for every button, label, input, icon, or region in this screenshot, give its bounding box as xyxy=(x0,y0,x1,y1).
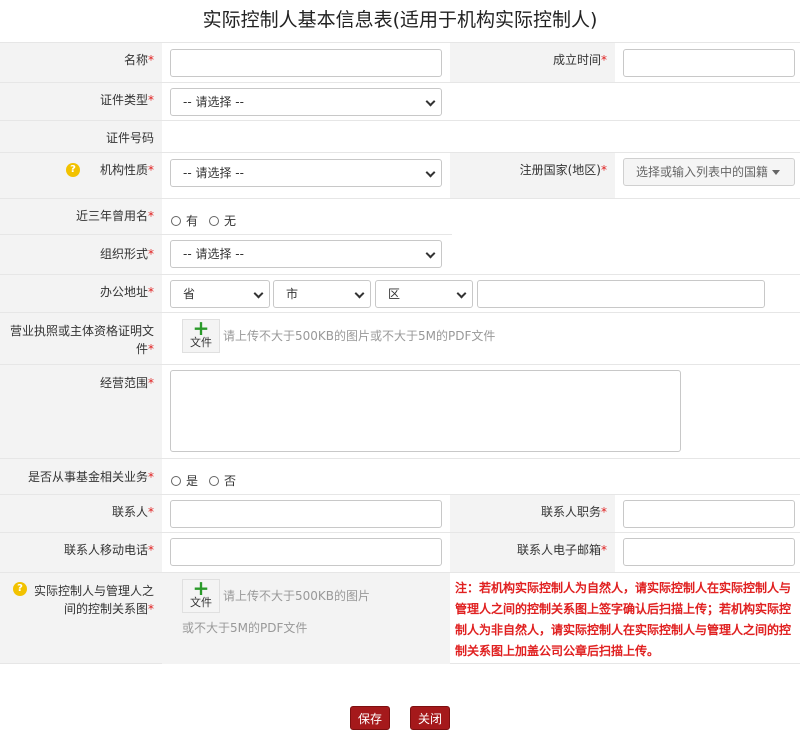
license-upload-button[interactable]: + 文件 xyxy=(182,316,220,353)
label-office-address: 办公地址* xyxy=(0,275,162,312)
org-nature-select[interactable]: -- 请选择 -- xyxy=(170,159,442,187)
label-org-nature: 机构性质* xyxy=(0,153,162,198)
district-select[interactable]: 区 xyxy=(375,280,473,308)
label-fund-biz: 是否从事基金相关业务* xyxy=(0,459,162,494)
chevron-down-icon xyxy=(425,167,436,178)
chevron-down-icon xyxy=(425,96,436,107)
relation-upload-button[interactable]: + 文件 xyxy=(182,576,220,613)
row-id-type: 证件类型* -- 请选择 -- xyxy=(0,82,800,120)
label-license: 营业执照或主体资格证明文 件* xyxy=(0,313,162,364)
row-fund-biz: 是否从事基金相关业务* 是 否 xyxy=(0,458,800,494)
label-contact-email: 联系人电子邮箱* xyxy=(450,533,615,572)
relation-note: 注：若机构实际控制人为自然人，请实际控制人在实际控制人与管理人之间的控制关系图上… xyxy=(455,581,792,658)
org-form-select[interactable]: -- 请选择 -- xyxy=(170,240,442,268)
label-biz-scope: 经营范围* xyxy=(0,365,162,458)
row-former-name: 近三年曾用名* 有 无 xyxy=(0,198,800,234)
chevron-down-icon xyxy=(425,248,436,259)
chevron-down-icon xyxy=(354,288,365,299)
label-reg-country: 注册国家(地区)* xyxy=(450,153,615,198)
license-upload-hint: 请上传不大于500KB的图片或不大于5M的PDF文件 xyxy=(223,329,496,343)
help-icon[interactable]: ? xyxy=(66,163,80,177)
label-org-form: 组织形式* xyxy=(0,234,162,274)
radio-circle xyxy=(171,216,181,226)
radio-circle xyxy=(209,476,219,486)
biz-scope-textarea[interactable] xyxy=(170,370,681,452)
page-title: 实际控制人基本信息表(适用于机构实际控制人) xyxy=(202,9,598,31)
established-date-input[interactable] xyxy=(623,49,795,77)
row-org-nature: 机构性质* ? -- 请选择 -- 注册国家(地区)* 选择或输入列表中的国籍 xyxy=(0,152,800,198)
help-icon[interactable]: ? xyxy=(13,582,27,596)
plus-icon: + xyxy=(192,316,210,340)
label-id-type: 证件类型* xyxy=(0,83,162,120)
contact-phone-input[interactable] xyxy=(170,538,442,566)
label-former-name: 近三年曾用名* xyxy=(0,199,162,234)
contact-title-input[interactable] xyxy=(623,500,795,528)
label-established: 成立时间* xyxy=(450,43,615,82)
row-biz-scope: 经营范围* xyxy=(0,364,800,458)
relation-upload-hint-2: 或不大于5M的PDF文件 xyxy=(182,621,308,635)
plus-icon: + xyxy=(192,576,210,600)
row-contact-phone: 联系人移动电话* 联系人电子邮箱* xyxy=(0,532,800,572)
row-office-address: 办公地址* 省 市 区 xyxy=(0,274,800,312)
radio-has[interactable]: 有 xyxy=(171,212,198,229)
radio-none[interactable]: 无 xyxy=(209,212,236,229)
label-contact: 联系人* xyxy=(0,495,162,532)
radio-no[interactable]: 否 xyxy=(209,472,236,489)
relation-upload-hint-1: 请上传不大于500KB的图片 xyxy=(223,589,371,603)
save-button[interactable]: 保存 xyxy=(350,706,390,730)
id-type-select[interactable]: -- 请选择 -- xyxy=(170,88,442,116)
label-contact-title: 联系人职务* xyxy=(450,495,615,532)
label-id-number: 证件号码 xyxy=(0,121,162,152)
city-select[interactable]: 市 xyxy=(273,280,371,308)
radio-circle xyxy=(209,216,219,226)
country-select[interactable]: 选择或输入列表中的国籍 xyxy=(623,158,795,186)
province-select[interactable]: 省 xyxy=(170,280,270,308)
name-input[interactable] xyxy=(170,49,442,77)
contact-email-input[interactable] xyxy=(623,538,795,566)
row-contact: 联系人* 联系人职务* xyxy=(0,494,800,532)
row-license: 营业执照或主体资格证明文 件* + 文件 请上传不大于500KB的图片或不大于5M的… xyxy=(0,312,800,364)
chevron-down-icon xyxy=(456,288,467,299)
contact-input[interactable] xyxy=(170,500,442,528)
close-button[interactable]: 关闭 xyxy=(410,706,450,730)
row-id-number: 证件号码 xyxy=(0,120,800,152)
caret-down-icon xyxy=(772,170,780,175)
chevron-down-icon xyxy=(253,288,264,299)
row-org-form: 组织形式* -- 请选择 -- xyxy=(0,234,800,274)
radio-yes[interactable]: 是 xyxy=(171,472,198,489)
radio-circle xyxy=(171,476,181,486)
divider xyxy=(162,234,452,235)
address-detail-input[interactable] xyxy=(477,280,765,308)
row-name: 名称* 成立时间* xyxy=(0,42,800,82)
label-contact-phone: 联系人移动电话* xyxy=(0,533,162,572)
label-name: 名称* xyxy=(0,43,162,82)
